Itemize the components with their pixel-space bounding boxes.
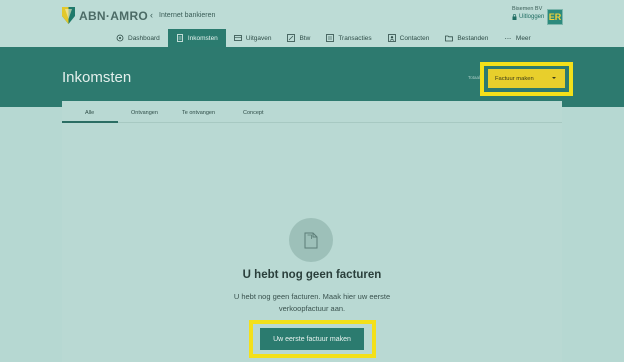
logout-label: Uitloggen [519, 14, 545, 20]
empty-state-title: U hebt nog geen facturen [242, 269, 382, 281]
abn-amro-logo[interactable]: ABN·AMRO [62, 7, 148, 24]
back-to-internet-banking-link[interactable]: ‹ Internet bankieren [150, 10, 215, 20]
tab-alle[interactable]: Alle [85, 110, 94, 116]
nav-transacties[interactable]: Transacties [318, 29, 379, 47]
nav-label: Bestanden [457, 34, 489, 42]
nav-dashboard[interactable]: Dashboard [108, 29, 168, 47]
folder-icon [445, 35, 454, 42]
main-nav: Dashboard Inkomsten Uitgaven Btw Transac… [108, 29, 539, 47]
create-first-invoice-button[interactable]: Uw eerste factuur maken [260, 328, 364, 350]
nav-label: Dashboard [128, 34, 160, 42]
percent-icon [287, 34, 296, 42]
total-label: Totaal [468, 75, 481, 80]
company-name: Bisemen BV [512, 6, 543, 12]
tab-te-ontvangen[interactable]: Te ontvangen [182, 110, 215, 116]
brand-name: ABN·AMRO [79, 8, 149, 23]
factuur-maken-label: Factuur maken [495, 75, 534, 82]
empty-state-icon [289, 218, 333, 262]
tab-ontvangen[interactable]: Ontvangen [131, 110, 158, 116]
nav-contacten[interactable]: Contacten [380, 29, 438, 47]
document-icon [304, 232, 318, 248]
logout-link[interactable]: Uitloggen [512, 14, 544, 20]
nav-label: Inkomsten [187, 34, 218, 42]
receipt-icon [233, 35, 242, 41]
caret-down-icon [552, 77, 556, 79]
page-title: Inkomsten [62, 69, 132, 86]
active-tab-indicator [62, 121, 118, 123]
more-icon: ··· [504, 33, 511, 43]
nav-bestanden[interactable]: Bestanden [437, 29, 496, 47]
transactions-icon [326, 34, 335, 42]
nav-label: Transacties [338, 34, 372, 42]
dashboard-icon [116, 34, 124, 42]
nav-meer[interactable]: ··· Meer [496, 29, 538, 47]
invoice-tabs: Alle Ontvangen Te ontvangen Concept [62, 101, 562, 123]
tab-concept[interactable]: Concept [243, 110, 264, 116]
avatar[interactable]: ER [547, 9, 563, 25]
empty-state-description: U hebt nog geen facturen. Maak hier uw e… [233, 292, 391, 313]
lock-icon [512, 14, 517, 20]
back-link-label: Internet bankieren [159, 11, 216, 19]
nav-btw[interactable]: Btw [279, 29, 318, 47]
chevron-left-icon: ‹ [150, 10, 153, 20]
shield-logo-icon [62, 7, 75, 24]
nav-label: Uitgaven [245, 34, 272, 42]
top-bar: ABN·AMRO ‹ Internet bankieren Bisemen BV… [0, 0, 624, 47]
nav-inkomsten[interactable]: Inkomsten [167, 29, 226, 47]
nav-label: Contacten [399, 34, 430, 42]
nav-label: Meer [515, 34, 531, 42]
factuur-maken-button[interactable]: Factuur maken [488, 69, 565, 88]
invoice-icon [176, 34, 183, 42]
nav-uitgaven[interactable]: Uitgaven [226, 29, 280, 47]
contacts-icon [387, 34, 396, 42]
nav-label: Btw [299, 34, 311, 42]
